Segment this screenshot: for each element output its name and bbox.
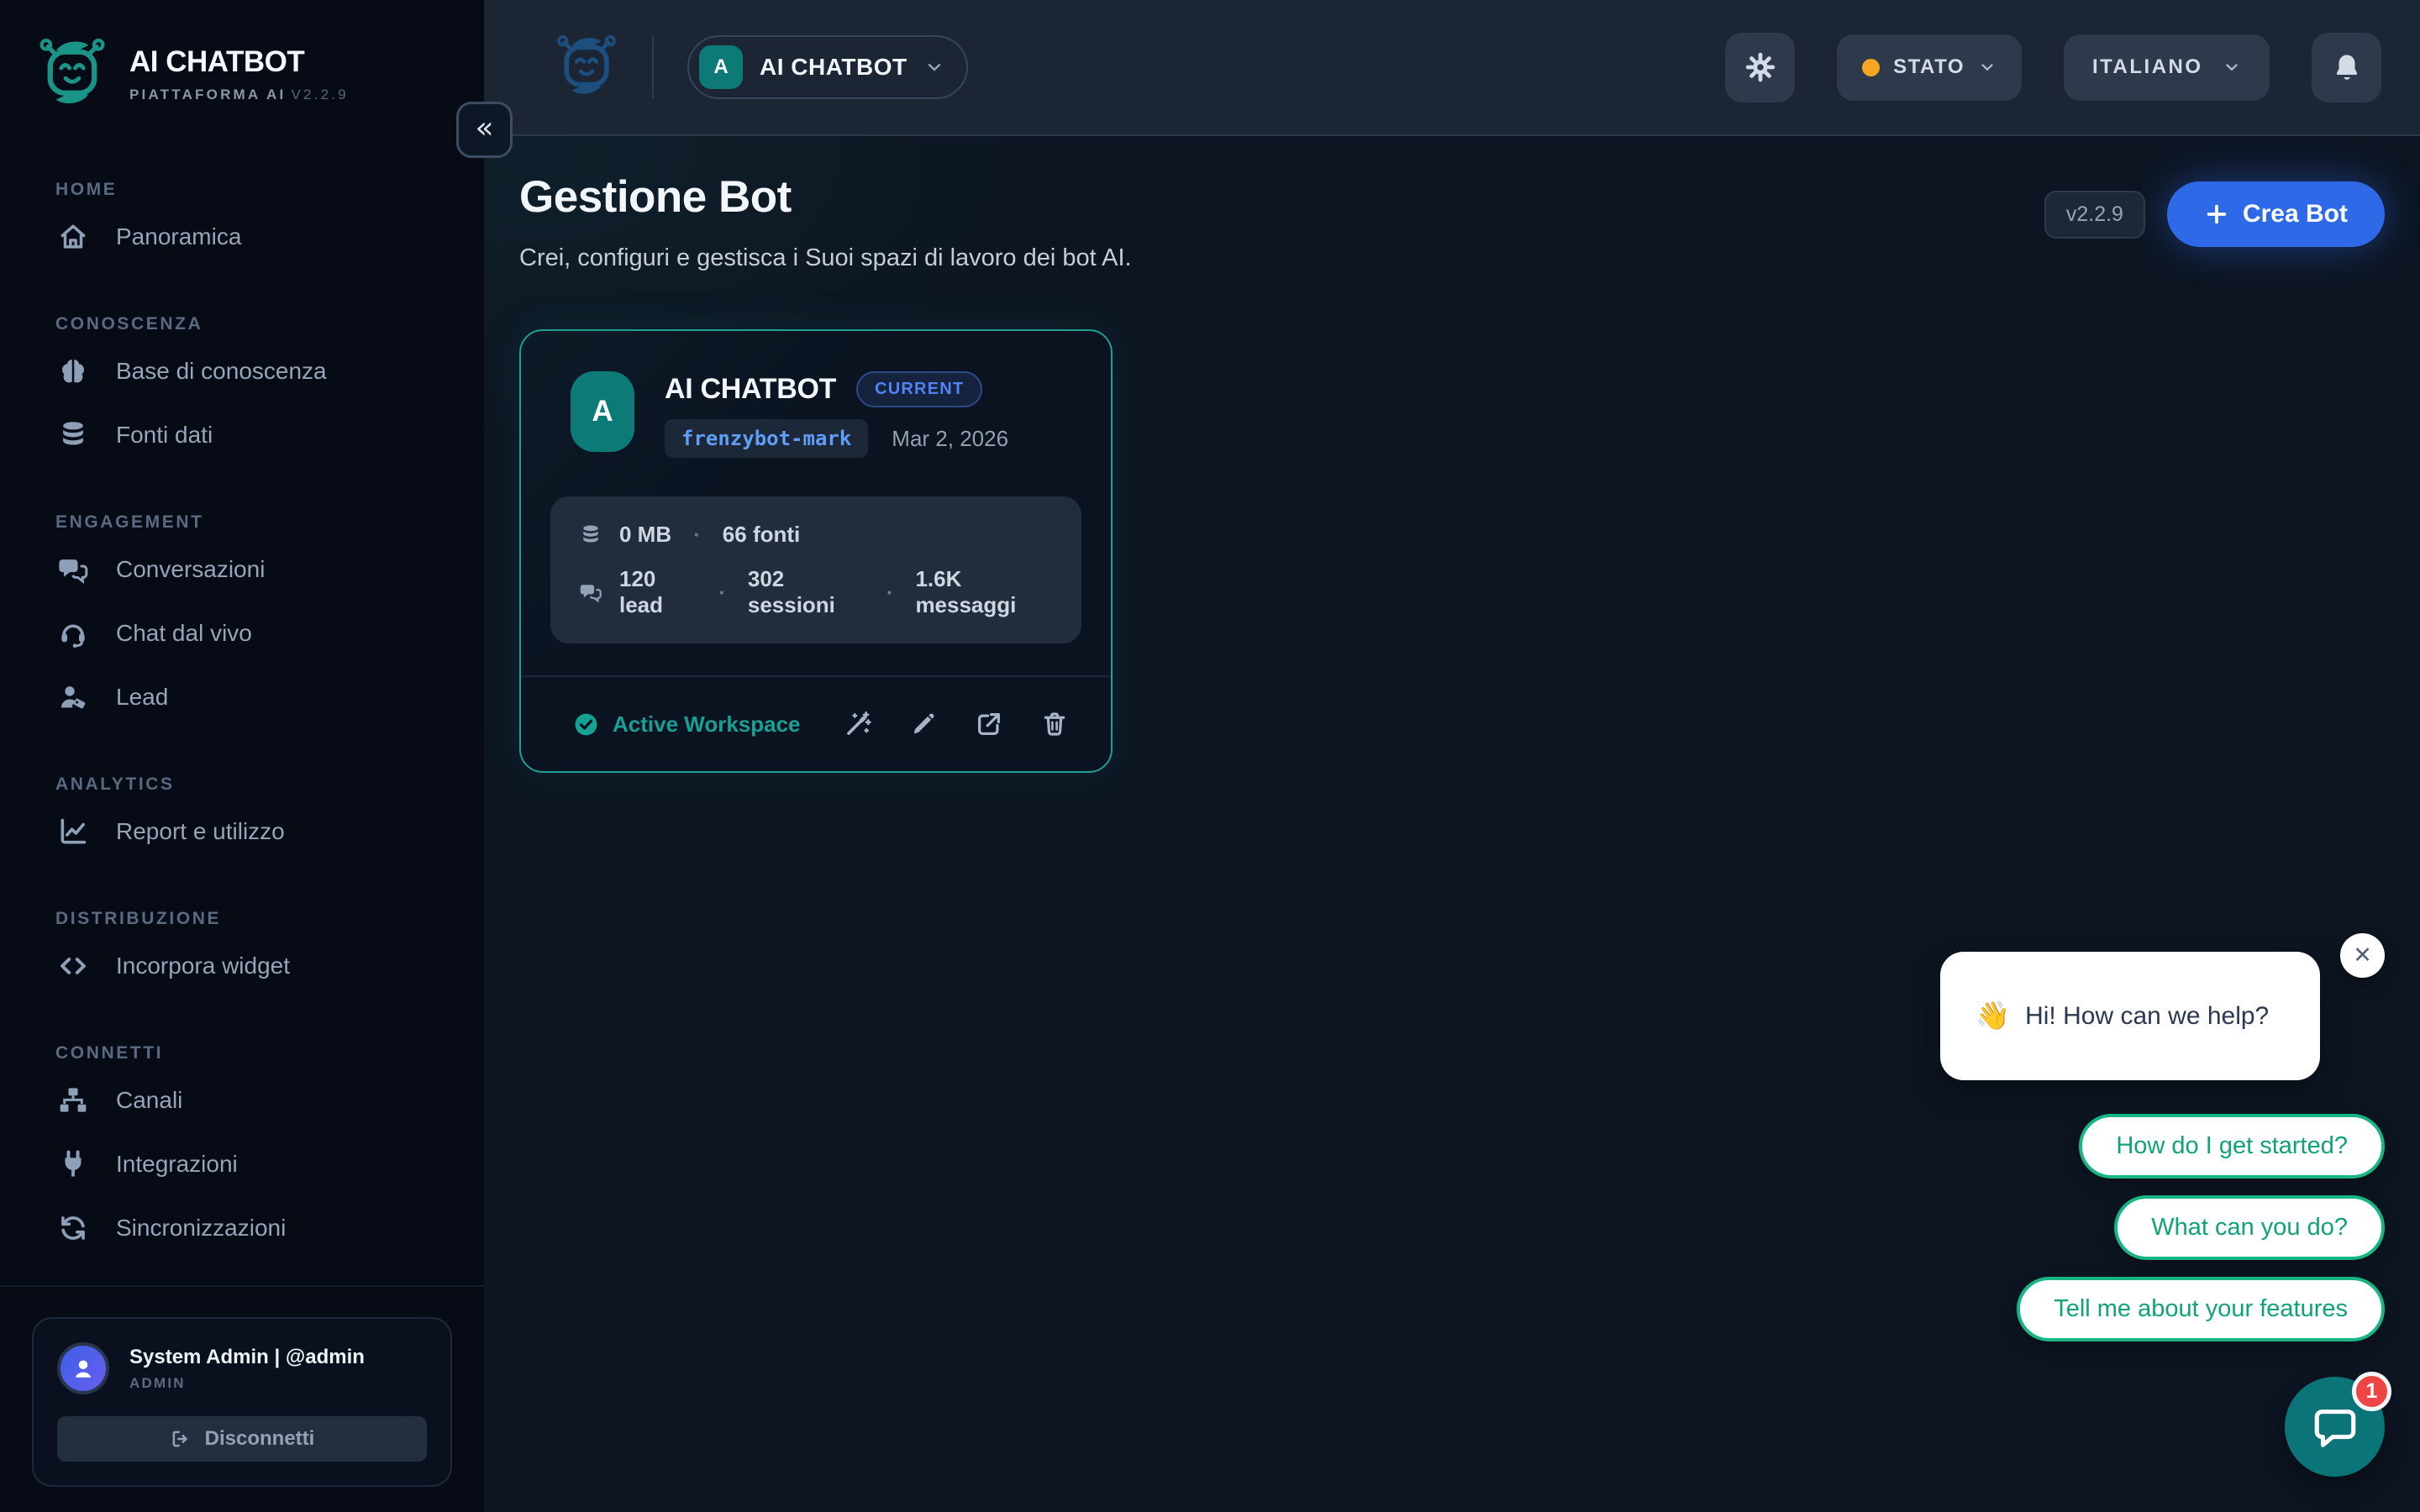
workspace-date: Mar 2, 2026 [892, 425, 1009, 451]
sidebar-item-base-di-conoscenza[interactable]: Base di conoscenza [37, 339, 484, 403]
user-name: System Admin | @admin [129, 1345, 365, 1368]
workspace-card-avatar: A [571, 371, 634, 452]
workspace-selector[interactable]: A AI CHATBOT [687, 35, 968, 99]
sidebar-nav: HOME Panoramica CONOSCENZA Base di conos… [0, 109, 484, 1285]
bell-icon [2336, 55, 2357, 80]
sidebar-item-report-e-utilizzo[interactable]: Report e utilizzo [37, 800, 484, 864]
workspace-name: AI CHATBOT [665, 373, 837, 405]
chevron-down-icon [928, 63, 940, 71]
magic-wand-icon [844, 710, 872, 738]
chat-greeting-bubble: 👋 Hi! How can we help? [1940, 952, 2320, 1080]
version-badge: v2.2.9 [2044, 190, 2145, 239]
sidebar-collapse-button[interactable]: « [456, 102, 513, 158]
sidebar-item-fonti-dati[interactable]: Fonti dati [37, 403, 484, 467]
sidebar-item-lead[interactable]: Lead [37, 665, 484, 729]
notifications-button[interactable] [2312, 32, 2381, 102]
home-icon [60, 224, 86, 249]
edit-button[interactable] [909, 710, 938, 738]
section-connetti: CONNETTI [55, 1043, 164, 1063]
chat-suggestion-3[interactable]: Tell me about your features [2017, 1277, 2385, 1341]
line-chart-icon [60, 818, 87, 844]
app-root: AI CHATBOT PIATTAFORMA AI V2.2.9 HOME Pan… [0, 0, 2420, 1512]
plug-icon [63, 1150, 83, 1179]
section-conoscenza: CONOSCENZA [55, 314, 203, 333]
settings-button[interactable] [1725, 32, 1796, 102]
database-icon [63, 422, 83, 445]
sidebar-item-conversazioni[interactable]: Conversazioni [37, 538, 484, 601]
wave-emoji: 👋 [1975, 1000, 2011, 1031]
brain-icon [62, 360, 84, 383]
delete-button[interactable] [1040, 710, 1069, 738]
code-icon [60, 958, 86, 974]
section-analytics: ANALYTICS [55, 774, 175, 794]
trash-icon [1044, 712, 1065, 736]
section-distribuzione: DISTRIBUZIONE [55, 909, 222, 928]
section-engagement: ENGAGEMENT [55, 512, 204, 532]
sidebar: AI CHATBOT PIATTAFORMA AI V2.2.9 HOME Pan… [0, 0, 484, 1512]
pencil-icon [913, 713, 934, 734]
sidebar-item-sincronizzazioni[interactable]: Sincronizzazioni [37, 1196, 484, 1260]
sidebar-item-incorpora-widget[interactable]: Incorpora widget [37, 934, 484, 998]
status-dropdown[interactable]: STATO [1837, 34, 2022, 101]
open-external-button[interactable] [975, 710, 1003, 738]
plus-icon [2207, 204, 2227, 224]
language-dropdown[interactable]: ITALIANO [2064, 34, 2270, 101]
engagement-stats: 120 lead · 302 sessioni · 1.6K messaggi [579, 566, 1053, 618]
unread-count-badge: 1 [2352, 1372, 2391, 1411]
page-title: Gestione Bot [519, 172, 792, 222]
gear-icon [1744, 51, 1776, 83]
user-icon [75, 1360, 92, 1378]
storage-stats: 0 MB · 66 fonti [579, 522, 1053, 548]
chat-bubbles-icon [57, 558, 88, 583]
database-icon [583, 524, 598, 543]
avatar [57, 1342, 109, 1394]
topbar-divider [652, 36, 654, 98]
chat-close-button[interactable]: ✕ [2340, 933, 2385, 978]
chat-suggestion-2[interactable]: What can you do? [2114, 1195, 2385, 1260]
workspace-slug: frenzybot-mark [665, 419, 869, 458]
logout-icon [172, 1431, 187, 1447]
sidebar-item-integrazioni[interactable]: Integrazioni [37, 1132, 484, 1196]
chat-widget: 👋 Hi! How can we help? ✕ How do I get st… [1940, 933, 2391, 1477]
sitemap-icon [59, 1086, 87, 1114]
topbar: A AI CHATBOT STATO ITALIANO [484, 0, 2420, 136]
check-circle-icon [573, 711, 599, 737]
person-tag-icon [60, 686, 86, 710]
logout-button[interactable]: Disconnetti [57, 1416, 427, 1462]
section-home: HOME [55, 180, 118, 199]
robot-logo-icon [37, 39, 108, 109]
brand-name: AI CHATBOT [129, 45, 305, 78]
sidebar-item-chat-dal-vivo[interactable]: Chat dal vivo [37, 601, 484, 665]
active-workspace-status: Active Workspace [573, 711, 801, 738]
workspace-stats: 0 MB · 66 fonti 120 lead · 302 sessioni … [550, 496, 1081, 643]
headset-icon [60, 624, 87, 649]
create-bot-button[interactable]: Crea Bot [2166, 181, 2385, 247]
chat-suggestion-1[interactable]: How do I get started? [2079, 1114, 2385, 1179]
sidebar-item-canali[interactable]: Canali [37, 1068, 484, 1132]
external-link-icon [978, 713, 1000, 735]
sidebar-footer: System Admin | @admin ADMIN Disconnetti [0, 1285, 484, 1512]
status-dot [1862, 58, 1881, 76]
chat-bubbles-icon [579, 584, 602, 602]
workspace-card: A AI CHATBOT CURRENT frenzybot-mark Mar … [519, 329, 1113, 773]
brand-version: V2.2.9 [291, 86, 349, 102]
user-panel: System Admin | @admin ADMIN Disconnetti [32, 1317, 452, 1487]
user-role: ADMIN [129, 1374, 186, 1391]
magic-wand-button[interactable] [844, 710, 872, 738]
chevron-down-icon [2226, 64, 2238, 71]
chevron-down-icon [1981, 64, 1993, 71]
page-subtitle: Crei, configuri e gestisca i Suoi spazi … [519, 244, 1132, 271]
workspace-avatar: A [699, 45, 743, 89]
current-badge: CURRENT [856, 371, 983, 407]
sync-icon [61, 1216, 85, 1240]
brand-subtitle: PIATTAFORMA AI [129, 86, 287, 102]
chat-bubble-icon [2311, 1403, 2360, 1452]
brand-block: AI CHATBOT PIATTAFORMA AI V2.2.9 [0, 0, 484, 109]
robot-logo-icon-muted [555, 35, 618, 99]
sidebar-item-panoramica[interactable]: Panoramica [37, 205, 484, 269]
